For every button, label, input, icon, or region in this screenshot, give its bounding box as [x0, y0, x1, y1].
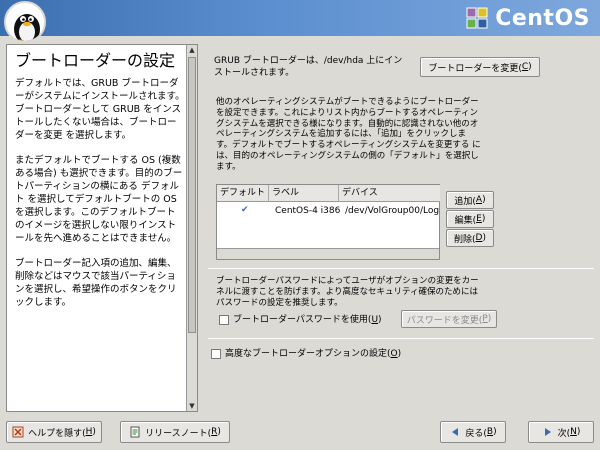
button-label: ブートローダーを変更( — [428, 63, 522, 74]
button-label-tail: ) — [482, 195, 486, 205]
add-button[interactable]: 追加(A) — [446, 191, 494, 209]
use-password-checkbox[interactable] — [219, 315, 229, 325]
change-bootloader-button[interactable]: ブートローダーを変更(C) — [420, 57, 540, 77]
help-content: ブートローダーの設定 デフォルトでは、GRUB ブートローダーがシステムにインス… — [15, 51, 185, 321]
mnemonic: D — [475, 233, 483, 243]
button-label-tail: ) — [92, 427, 96, 437]
button-label: ヘルプを隠す( — [28, 428, 86, 439]
back-arrow-icon — [452, 428, 459, 436]
advanced-options-checkbox[interactable] — [211, 349, 221, 359]
mnemonic: O — [390, 349, 398, 359]
tux-penguin-logo — [4, 1, 46, 43]
table-horizontal-scrollbar[interactable] — [217, 248, 439, 259]
use-password-label[interactable]: ブートローダーパスワードを使用(U) — [233, 315, 382, 327]
help-panel: ブートローダーの設定 デフォルトでは、GRUB ブートローダーがシステムにインス… — [6, 44, 198, 412]
button-label: 次( — [557, 428, 571, 439]
mnemonic: H — [85, 427, 93, 437]
separator — [208, 268, 594, 269]
scroll-up-icon[interactable]: ▲ — [187, 45, 197, 55]
centos-logo: CentOS — [463, 2, 590, 34]
checkbox-label: 高度なブートローダーオプションの設定( — [225, 349, 391, 359]
checkbox-label-tail: ) — [397, 349, 402, 359]
button-label: 戻る( — [465, 428, 487, 439]
other-os-text: 他のオペレーティングシステムがブートできるようにブートローダーを設定できます。こ… — [216, 97, 481, 172]
next-button[interactable]: 次(N) — [528, 421, 594, 443]
help-scrollbar[interactable]: ▲ ▼ — [186, 45, 197, 411]
advanced-options-label[interactable]: 高度なブートローダーオプションの設定(O) — [225, 349, 401, 361]
next-arrow-icon — [544, 428, 551, 436]
button-label: 削除( — [454, 234, 476, 245]
release-notes-button[interactable]: リリースノート(R) — [120, 421, 230, 443]
scroll-thumb[interactable] — [188, 57, 196, 333]
edit-button[interactable]: 編集(E) — [446, 210, 494, 228]
button-label-tail: ) — [217, 427, 221, 437]
button-label: リリースノート( — [145, 428, 212, 439]
button-label: 追加( — [454, 196, 476, 207]
table-row[interactable]: ✔ CentOS-4 i386 /dev/VolGroup00/LogV — [217, 205, 439, 219]
boot-entries-table[interactable]: デフォルト ラベル デバイス ✔ CentOS-4 i386 /dev/VolG… — [216, 184, 440, 260]
checkbox-label: ブートローダーパスワードを使用( — [233, 315, 372, 325]
delete-button[interactable]: 削除(D) — [446, 229, 494, 247]
mnemonic: N — [570, 427, 577, 437]
button-label-tail: ) — [487, 314, 492, 324]
scroll-down-icon[interactable]: ▼ — [187, 401, 197, 411]
row-device: /dev/VolGroup00/LogV — [345, 206, 439, 216]
separator — [208, 338, 594, 339]
help-paragraph: ブートローダー記入項の追加、編集、削除などはマウスで該当パーティションを選択し、… — [15, 258, 177, 308]
default-check[interactable]: ✔ — [241, 205, 249, 215]
button-label: パスワードを変更( — [406, 315, 483, 326]
button-label-tail: ) — [481, 214, 486, 224]
back-button[interactable]: 戻る(B) — [440, 421, 506, 443]
button-label-tail: ) — [482, 233, 486, 243]
button-label-tail: ) — [576, 427, 581, 437]
change-password-button[interactable]: パスワードを変更(P) — [401, 310, 497, 328]
button-label-tail: ) — [528, 62, 532, 72]
column-header-label[interactable]: ラベル — [269, 185, 339, 202]
column-header-default[interactable]: デフォルト — [217, 185, 269, 202]
button-label-tail: ) — [493, 427, 497, 437]
hide-help-icon — [12, 426, 24, 438]
help-paragraph: またデフォルトでブートする OS (複数ある場合) も選択できます。目的のブート… — [15, 155, 183, 244]
grub-info-text: GRUB ブートローダーは、/dev/hda 上にインストールされます。 — [214, 56, 403, 78]
release-notes-icon — [130, 426, 140, 438]
button-label: 編集( — [454, 215, 477, 226]
column-header-device[interactable]: デバイス — [339, 185, 440, 202]
help-paragraph: デフォルトでは、GRUB ブートローダーがシステムにインストールされます。ブート… — [15, 78, 185, 141]
row-label: CentOS-4 i386 — [275, 206, 341, 216]
hide-help-button[interactable]: ヘルプを隠す(H) — [6, 421, 102, 443]
centos-emblem-icon — [466, 7, 488, 29]
centos-wordmark: CentOS — [495, 5, 590, 31]
checkbox-label-tail: ) — [378, 315, 382, 325]
help-title: ブートローダーの設定 — [15, 51, 176, 70]
password-info-text: ブートローダーパスワードによってユーザがオプションの変更をカーネルに渡すことを防… — [216, 276, 479, 308]
